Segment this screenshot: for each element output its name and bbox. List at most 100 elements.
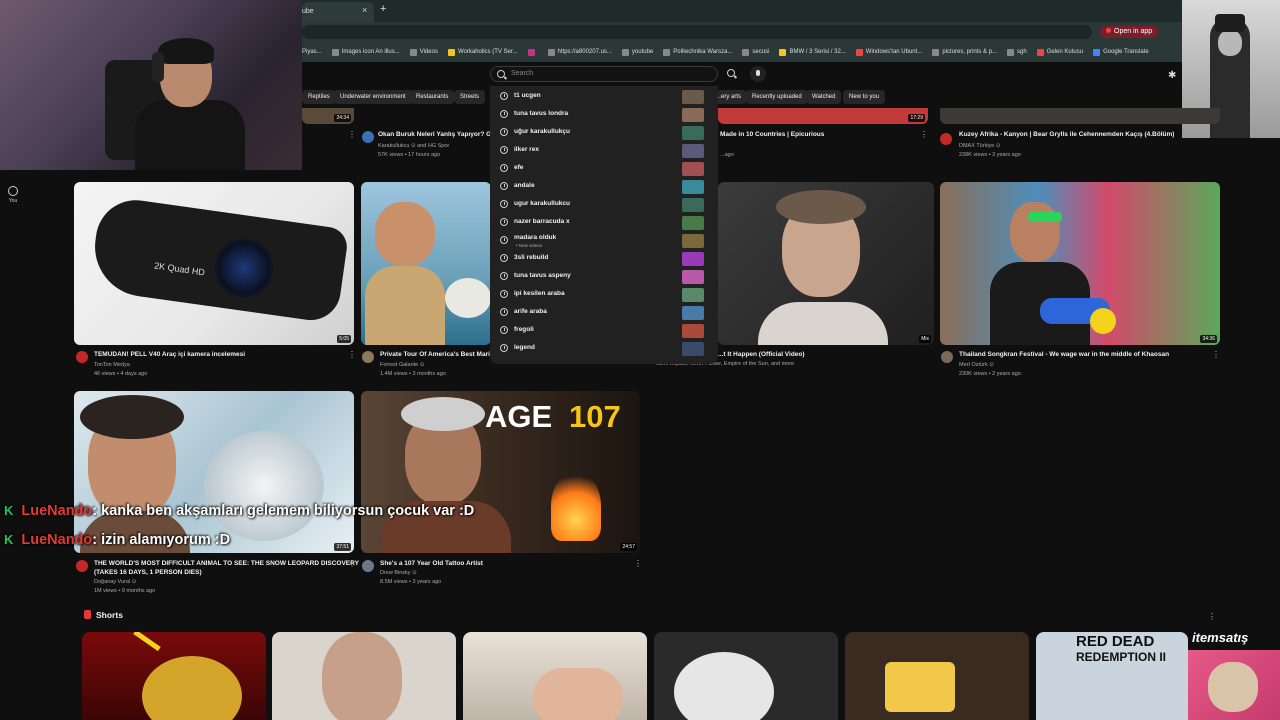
channel-avatar[interactable] bbox=[76, 560, 88, 572]
suggestion-item[interactable]: efe bbox=[490, 160, 718, 178]
search-input[interactable]: Search bbox=[490, 66, 718, 82]
channel-name[interactable]: Mert Öztürk ⊙ bbox=[959, 362, 994, 368]
suggestion-item[interactable]: tuna tavus londra bbox=[490, 106, 718, 124]
channel-avatar[interactable] bbox=[362, 560, 374, 572]
video-thumbnail[interactable]: 37:51 bbox=[74, 391, 354, 553]
channel-name[interactable]: DMAX Türkiye ⊙ bbox=[959, 143, 1001, 149]
chat-message: K LueNando: izin alamıyorum :D bbox=[4, 532, 230, 548]
address-bar[interactable] bbox=[302, 25, 1092, 39]
new-tab-button[interactable]: + bbox=[380, 3, 386, 15]
more-icon[interactable]: ⋮ bbox=[1208, 612, 1216, 621]
video-thumbnail[interactable]: 24:34 bbox=[302, 108, 354, 124]
screen: ube × + Open in app Piyas... Images icon… bbox=[0, 0, 1280, 720]
bookmark[interactable]: Google Translate bbox=[1093, 48, 1149, 56]
suggestion-item[interactable]: fregoli bbox=[490, 322, 718, 340]
open-in-app-button[interactable]: Open in app bbox=[1100, 26, 1159, 38]
more-icon[interactable]: ⋮ bbox=[348, 350, 356, 359]
video-thumbnail[interactable]: 17:29 bbox=[718, 108, 928, 124]
video-title-line2[interactable]: (TAKES 16 DAYS, 1 PERSON DIES) bbox=[94, 569, 202, 576]
chip[interactable]: Reptiles bbox=[302, 90, 336, 104]
channel-avatar[interactable] bbox=[941, 351, 953, 363]
video-title[interactable]: She's a 107 Year Old Tattoo Artist bbox=[380, 560, 483, 567]
channel-avatar[interactable] bbox=[940, 133, 952, 145]
suggestion-item[interactable]: t1 ucgen bbox=[490, 88, 718, 106]
more-icon[interactable]: ⋮ bbox=[1212, 350, 1220, 359]
suggestion-item[interactable]: ipi kesilen araba bbox=[490, 286, 718, 304]
channel-avatar[interactable] bbox=[76, 351, 88, 363]
bookmark[interactable] bbox=[527, 48, 538, 56]
short-thumbnail[interactable] bbox=[654, 632, 838, 720]
bookmark[interactable]: Piyas... bbox=[302, 49, 322, 55]
chip[interactable]: Watched bbox=[806, 90, 842, 104]
bookmark[interactable]: Windows'tan Ubunt... bbox=[855, 48, 922, 56]
search-button[interactable] bbox=[722, 66, 740, 82]
browser-tab[interactable]: ube × bbox=[302, 2, 374, 22]
short-thumbnail[interactable] bbox=[82, 632, 266, 720]
chip[interactable]: Streets bbox=[454, 90, 486, 104]
video-title[interactable]: Made in 10 Countries | Epicurious bbox=[720, 131, 824, 138]
more-icon[interactable]: ⋮ bbox=[348, 559, 356, 568]
chip[interactable]: Restaurants bbox=[410, 90, 455, 104]
video-thumbnail[interactable]: 2K Quad HD 5:05 bbox=[74, 182, 354, 345]
short-thumbnail[interactable] bbox=[463, 632, 647, 720]
channel-name[interactable]: Doğanay Vural ⊙ bbox=[94, 579, 136, 585]
chat-username: LueNando bbox=[21, 503, 93, 519]
suggestion-item[interactable]: uğur karakullukçu bbox=[490, 124, 718, 142]
video-title[interactable]: Kuzey Afrika - Kanyon | Bear Grylls ile … bbox=[959, 131, 1174, 138]
short-thumbnail[interactable]: RED DEAD REDEMPTION II bbox=[1036, 632, 1188, 720]
video-thumbnail[interactable]: 34:36 bbox=[940, 182, 1220, 345]
bookmark[interactable]: secusi bbox=[742, 48, 769, 56]
video-thumbnail[interactable]: AGE 107 24:57 bbox=[361, 391, 640, 553]
suggestion-item[interactable]: madara olduk • New videos bbox=[490, 232, 718, 250]
short-thumbnail[interactable] bbox=[272, 632, 456, 720]
channel-name[interactable]: Forrest Galante ⊙ bbox=[380, 362, 424, 368]
channel-name[interactable]: Drew Binsky ⊙ bbox=[380, 570, 417, 576]
suggestion-item[interactable]: arife araba bbox=[490, 304, 718, 322]
channel-avatar[interactable] bbox=[362, 131, 374, 143]
channel-name[interactable]: Karakullukcu ⊙ and HG Spor bbox=[378, 143, 449, 149]
video-title[interactable]: Okan Buruk Neleri Yanlış Yapıyor? Galat bbox=[378, 131, 490, 138]
bookmark[interactable]: sgh bbox=[1007, 48, 1027, 56]
channel-name[interactable]: TonTon Medya bbox=[94, 362, 130, 368]
more-icon[interactable]: ⋮ bbox=[348, 130, 356, 139]
chip[interactable]: Underwater environment bbox=[334, 90, 412, 104]
suggestion-item[interactable]: ilker rex bbox=[490, 142, 718, 160]
chip[interactable]: Recently uploaded bbox=[746, 90, 808, 104]
bookmark[interactable]: Videos bbox=[409, 48, 438, 56]
bookmark[interactable]: BMW / 3 Serisi / 32... bbox=[779, 48, 846, 56]
bookmark[interactable]: Images icon An illus... bbox=[331, 48, 400, 56]
close-tab-icon[interactable]: × bbox=[362, 5, 367, 15]
bookmark[interactable]: Workaholics (TV Ser... bbox=[447, 48, 518, 56]
bookmark[interactable]: youtube bbox=[621, 48, 653, 56]
rail-you-label: You bbox=[8, 198, 18, 204]
video-title[interactable]: THE WORLD'S MOST DIFFICULT ANIMAL TO SEE… bbox=[94, 560, 359, 567]
video-thumbnail[interactable]: Mix bbox=[718, 182, 934, 345]
history-icon bbox=[500, 344, 508, 352]
suggestion-item[interactable]: tuna tavus aspeny bbox=[490, 268, 718, 286]
video-title[interactable]: Private Tour Of America's Best Marine bbox=[380, 351, 490, 358]
suggestion-item[interactable]: andale bbox=[490, 178, 718, 196]
bookmark[interactable]: Gelen Kutusu bbox=[1036, 48, 1083, 56]
rail-you[interactable]: You bbox=[8, 186, 18, 204]
more-icon[interactable]: ⋮ bbox=[634, 559, 642, 568]
short-thumbnail[interactable] bbox=[845, 632, 1029, 720]
browser-tab-bar: ube × + bbox=[302, 0, 1182, 22]
bookmark[interactable]: https://a800207.us... bbox=[547, 48, 612, 56]
video-thumbnail[interactable] bbox=[940, 108, 1220, 124]
video-title[interactable]: ...t It Happen (Official Video) bbox=[718, 351, 805, 358]
video-thumbnail[interactable] bbox=[361, 182, 491, 345]
suggestion-item[interactable]: 3sli rebuild bbox=[490, 250, 718, 268]
bookmark[interactable]: pictures, prints & p... bbox=[932, 48, 997, 56]
folder-icon bbox=[621, 48, 629, 56]
video-title[interactable]: TEMUDAN! PELL V40 Araç içi kamera incele… bbox=[94, 351, 245, 358]
suggestion-item[interactable]: nazer barracuda x bbox=[490, 214, 718, 232]
chip[interactable]: New to you bbox=[843, 90, 886, 104]
more-icon[interactable]: ⋮ bbox=[920, 130, 928, 139]
suggestion-item[interactable]: ugur karakullukcu bbox=[490, 196, 718, 214]
voice-search-button[interactable] bbox=[750, 66, 766, 82]
bookmark[interactable]: Politechnika Warsza... bbox=[663, 48, 732, 56]
video-title[interactable]: Thailand Songkran Festival - We wage war… bbox=[959, 351, 1169, 358]
gear-icon[interactable]: ✱ bbox=[1168, 70, 1176, 81]
suggestion-item[interactable]: legend bbox=[490, 340, 718, 358]
channel-avatar[interactable] bbox=[362, 351, 374, 363]
